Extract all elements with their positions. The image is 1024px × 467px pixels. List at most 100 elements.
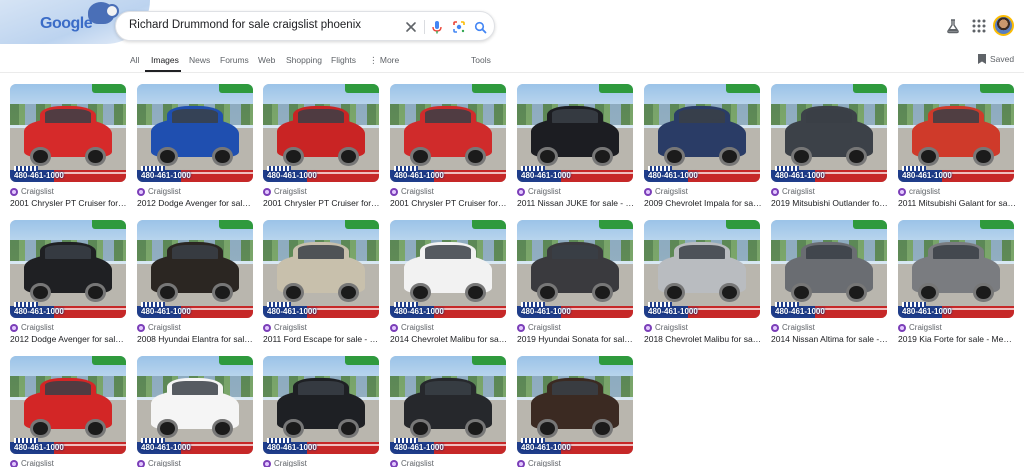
result-source[interactable]: Craigslist [390,187,434,196]
tab-news[interactable]: News [189,55,210,65]
car-window [551,245,599,260]
result-thumbnail[interactable]: 480-461-1000 [517,84,633,182]
result-thumbnail[interactable]: 480-461-1000 [137,84,253,182]
result-source[interactable]: Craigslist [771,323,815,332]
result-source[interactable]: Craigslist [263,459,307,467]
car-window [171,245,219,260]
dealer-phone: 480-461-1000 [775,171,825,180]
result-thumbnail[interactable]: 480-461-1000 [390,84,506,182]
result-thumbnail[interactable]: 480-461-1000 [517,356,633,454]
result-title[interactable]: 2019 Hyundai Sonata for sale - Mesa, AZ [517,334,635,344]
tab-more[interactable]: ⋮ More [369,55,399,66]
search-box[interactable]: Richard Drummond for sale craigslist pho… [115,11,495,41]
result-title[interactable]: 2012 Dodge Avenger for sale - Mesa, AZ [137,198,255,208]
apps-grid-icon[interactable] [970,17,988,35]
result-source[interactable]: Craigslist [771,187,815,196]
result-title[interactable]: 2019 Mitsubishi Outlander for sale - Mes… [771,198,889,208]
result-source[interactable]: Craigslist [390,323,434,332]
result-thumbnail[interactable]: 480-461-1000 [10,220,126,318]
result-source[interactable]: Craigslist [137,459,181,467]
result-source[interactable]: Craigslist [644,187,688,196]
dealer-banner [599,356,633,365]
result-title[interactable]: 2009 Chevrolet Impala for sale - Mesa, A… [644,198,762,208]
car-window [932,245,980,260]
flask-icon[interactable] [944,17,962,35]
result-thumbnail[interactable]: 480-461-1000 [10,84,126,182]
result-source[interactable]: Craigslist [644,323,688,332]
result-title[interactable]: 2001 Chrysler PT Cruiser for sale - Mesa… [390,198,508,208]
result-thumbnail[interactable]: 480-461-1000 [137,356,253,454]
result-title[interactable]: 2011 Ford Escape for sale - Mesa, AZ [263,334,381,344]
result-source[interactable]: Craigslist [517,187,561,196]
car-wheel [409,146,431,167]
result-source[interactable]: Craigslist [10,187,54,196]
mic-icon[interactable] [428,18,446,36]
craigslist-peace-icon [644,323,652,332]
result-source[interactable]: Craigslist [263,187,307,196]
search-icon[interactable] [471,18,489,36]
result-thumbnail[interactable]: 480-461-1000 [771,220,887,318]
source-label: Craigslist [274,323,307,332]
close-icon[interactable] [402,18,420,36]
result-thumbnail[interactable]: 480-461-1000 [263,84,379,182]
result-title[interactable]: 2014 Chevrolet Malibu for sale - Mesa, A… [390,334,508,344]
dealer-banner [219,220,253,229]
dealer-phone: 480-461-1000 [141,443,191,452]
result-thumbnail[interactable]: 480-461-1000 [137,220,253,318]
result-source[interactable]: Craigslist [898,323,942,332]
saved-button[interactable]: Saved [978,54,1014,64]
result-thumbnail[interactable]: 480-461-1000 [644,84,760,182]
result-thumbnail[interactable]: 480-461-1000 [898,220,1014,318]
result-title[interactable]: 2012 Dodge Avenger for sale - Mesa, AZ [10,334,128,344]
dealer-phone: 480-461-1000 [141,307,191,316]
dealer-banner [853,84,887,93]
lens-icon[interactable] [450,18,468,36]
result-thumbnail[interactable]: 480-461-1000 [390,356,506,454]
result-source[interactable]: Craigslist [517,459,561,467]
search-input[interactable]: Richard Drummond for sale craigslist pho… [129,19,361,31]
result-title[interactable]: 2019 Kia Forte for sale - Mesa, AZ [898,334,1016,344]
result-source[interactable]: craigslist [898,187,940,196]
dealer-phone: 480-461-1000 [521,307,571,316]
result-thumbnail[interactable]: 480-461-1000 [390,220,506,318]
result-title[interactable]: 2014 Nissan Altima for sale - Mesa, AZ [771,334,889,344]
car-window [44,109,92,124]
dealer-banner [599,220,633,229]
result-thumbnail[interactable]: 480-461-1000 [898,84,1014,182]
result-source[interactable]: Craigslist [137,323,181,332]
car-wheel [790,146,812,167]
result-source[interactable]: Craigslist [137,187,181,196]
craigslist-peace-icon [10,323,18,332]
result-source[interactable]: Craigslist [10,323,54,332]
result-source[interactable]: Craigslist [517,323,561,332]
result-thumbnail[interactable]: 480-461-1000 [10,356,126,454]
result-title[interactable]: 2011 Mitsubishi Galant for sale - Mesa, … [898,198,1016,208]
tab-shopping[interactable]: Shopping [286,55,322,65]
tab-forums[interactable]: Forums [220,55,249,65]
tab-images[interactable]: Images [151,55,179,65]
result-title[interactable]: 2011 Nissan JUKE for sale - Mesa, AZ [517,198,635,208]
tab-all[interactable]: All [130,55,139,65]
result-thumbnail[interactable]: 480-461-1000 [263,220,379,318]
result-title[interactable]: 2008 Hyundai Elantra for sale - Mesa, AZ [137,334,255,344]
result-title[interactable]: 2001 Chrysler PT Cruiser for sale - Mesa… [263,198,381,208]
tab-flights[interactable]: Flights [331,55,356,65]
result-source[interactable]: Craigslist [390,459,434,467]
result-thumbnail[interactable]: 480-461-1000 [263,356,379,454]
dealer-phone: 480-461-1000 [14,443,64,452]
result-title[interactable]: 2001 Chrysler PT Cruiser for sale - Mesa… [10,198,128,208]
result-title[interactable]: 2018 Chevrolet Malibu for sale - Mesa, A… [644,334,762,344]
result-thumbnail[interactable]: 480-461-1000 [517,220,633,318]
result-thumbnail[interactable]: 480-461-1000 [644,220,760,318]
search-divider [424,20,425,34]
tab-web[interactable]: Web [258,55,275,65]
dealer-phone: 480-461-1000 [902,307,952,316]
source-label: craigslist [909,187,941,196]
result-thumbnail[interactable]: 480-461-1000 [771,84,887,182]
tools-button[interactable]: Tools [471,55,491,65]
source-label: Craigslist [21,187,54,196]
result-source[interactable]: Craigslist [263,323,307,332]
avatar[interactable] [993,15,1014,36]
result-source[interactable]: Craigslist [10,459,54,467]
source-label: Craigslist [148,323,181,332]
